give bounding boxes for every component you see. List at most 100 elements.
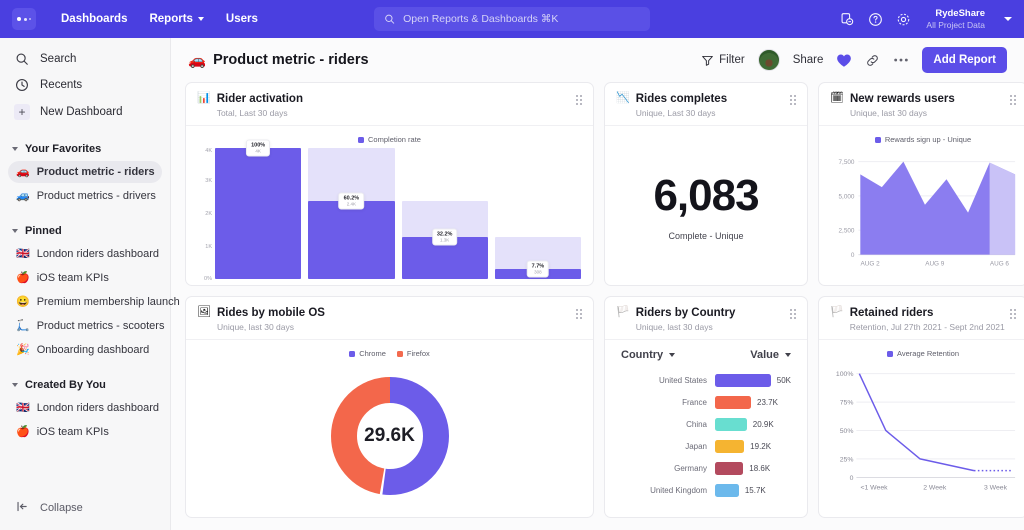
heart-icon[interactable]: [836, 53, 852, 68]
table-row[interactable]: Germany 18.6K: [611, 457, 801, 479]
sidebar-item-ios-team-kpis[interactable]: 🍎 iOS team KPIs: [8, 267, 162, 289]
sidebar-item-premium-membership-launch[interactable]: 😀 Premium membership launch: [8, 291, 162, 313]
sidebar-section-your-favorites[interactable]: Your Favorites: [0, 136, 170, 160]
row-value: 19.2K: [750, 442, 771, 451]
legend-swatch: [397, 351, 403, 357]
legend-label: Average Retention: [897, 349, 959, 358]
avatar[interactable]: [758, 49, 780, 71]
nav-item-users[interactable]: Users: [215, 8, 269, 30]
row-label: Japan: [621, 442, 707, 451]
nav-item-label: Users: [226, 13, 258, 25]
page-title: 🚗 Product metric - riders: [188, 52, 369, 69]
page-header-actions: Filter Share: [701, 47, 1007, 73]
sidebar-item-onboarding-dashboard[interactable]: 🎉 Onboarding dashboard: [8, 339, 162, 361]
legend-swatch: [875, 137, 881, 143]
column-header-country[interactable]: Country: [621, 349, 750, 361]
page-header: 🚗 Product metric - riders Filter Share: [171, 38, 1024, 82]
card-subtitle: Unique, last 30 days: [217, 322, 325, 332]
y-axis: 0% 1K 2K 3K 4K: [198, 148, 214, 279]
project-name: RydeShare: [926, 8, 985, 20]
sidebar-section-label: Created By You: [25, 379, 106, 391]
sidebar-item-ios-team-kpis-created[interactable]: 🍎 iOS team KPIs: [8, 421, 162, 443]
card-drag-handle[interactable]: [576, 306, 582, 319]
share-label: Share: [793, 54, 824, 66]
table-row[interactable]: France 23.7K: [611, 391, 801, 413]
card-body: Country Value United States 50K: [605, 340, 807, 517]
sidebar-item-new-dashboard[interactable]: + New Dashboard: [0, 98, 170, 126]
legend-item-chrome: Chrome: [349, 349, 386, 358]
legend-label: Rewards sign up - Unique: [885, 135, 971, 144]
svg-text:7,500: 7,500: [839, 159, 855, 166]
nav-item-label: Dashboards: [61, 13, 127, 25]
sidebar-item-label: Product metrics - drivers: [37, 190, 156, 202]
legend-swatch: [358, 137, 364, 143]
table-row[interactable]: United States 50K: [611, 369, 801, 391]
car-icon: 🚗: [188, 52, 206, 69]
legend-label: Firefox: [407, 349, 430, 358]
card-drag-handle[interactable]: [790, 306, 796, 319]
funnel-chart: 0% 1K 2K 3K 4K 100%: [198, 148, 581, 286]
help-circle-icon[interactable]: [868, 12, 883, 27]
svg-text:0: 0: [850, 475, 854, 482]
flag-icon: 🇬🇧: [16, 403, 30, 414]
funnel-count: 4K: [251, 149, 265, 154]
card-drag-handle[interactable]: [1010, 306, 1016, 319]
global-search[interactable]: [374, 7, 650, 31]
search-icon: [384, 13, 395, 25]
card-subtitle: Unique, last 30 days: [850, 108, 955, 118]
svg-text:<1 Week: <1 Week: [860, 485, 888, 492]
chevron-down-icon: [198, 17, 204, 21]
chevron-down-icon[interactable]: [1004, 17, 1012, 21]
svg-text:AUG 6: AUG 6: [990, 261, 1010, 268]
car-icon: 🚗: [16, 167, 30, 178]
table-row[interactable]: United Kingdom 15.7K: [611, 479, 801, 501]
sidebar-item-london-riders-dashboard[interactable]: 🇬🇧 London riders dashboard: [8, 243, 162, 265]
row-bar: [715, 374, 771, 387]
card-body: 6,083 Complete - Unique: [605, 126, 807, 285]
card-drag-handle[interactable]: [576, 92, 582, 105]
sidebar-item-search[interactable]: Search: [0, 46, 170, 72]
sidebar-section-pinned[interactable]: Pinned: [0, 218, 170, 242]
search-input[interactable]: [403, 13, 640, 25]
svg-text:25%: 25%: [840, 457, 854, 464]
nav-item-dashboards[interactable]: Dashboards: [50, 8, 138, 30]
card-drag-handle[interactable]: [790, 92, 796, 105]
column-header-value[interactable]: Value: [750, 349, 791, 361]
row-bar-track: 15.7K: [715, 484, 791, 497]
copy-page-icon[interactable]: [840, 12, 855, 27]
card-header: 🏳️ Riders by Country Unique, last 30 day…: [605, 297, 807, 340]
card-new-rewards-users: 🗓 New rewards users Unique, last 30 days…: [818, 82, 1024, 286]
sidebar-item-product-metrics-drivers[interactable]: 🚙 Product metrics - drivers: [8, 185, 162, 207]
row-bar: [715, 484, 739, 497]
sidebar-item-product-metrics-scooters[interactable]: 🛴 Product metrics - scooters: [8, 315, 162, 337]
row-value: 50K: [777, 376, 791, 385]
funnel-column[interactable]: 100% 4K: [215, 148, 301, 279]
filter-button[interactable]: Filter: [701, 54, 745, 67]
funnel-column[interactable]: 60.2% 2.4K: [308, 148, 394, 279]
sidebar-item-product-metric-riders[interactable]: 🚗 Product metric - riders: [8, 161, 162, 183]
app-logo[interactable]: [12, 8, 36, 30]
card-subtitle: Unique, Last 30 days: [636, 108, 727, 118]
card-drag-handle[interactable]: [1010, 92, 1016, 105]
link-icon[interactable]: [865, 53, 880, 68]
funnel-column[interactable]: 32.2% 1.3K: [402, 148, 488, 279]
nav-item-reports[interactable]: Reports: [138, 8, 214, 30]
y-tick: 2K: [205, 211, 212, 217]
add-report-button[interactable]: Add Report: [922, 47, 1007, 73]
card-header: 📉 Rides completes Unique, Last 30 days: [605, 83, 807, 126]
sidebar-collapse-button[interactable]: Collapse: [0, 490, 170, 530]
svg-text:100%: 100%: [836, 371, 854, 378]
project-selector[interactable]: RydeShare All Project Data: [926, 8, 985, 31]
gear-icon[interactable]: [896, 12, 911, 27]
sidebar-section-created-by-you[interactable]: Created By You: [0, 372, 170, 396]
table-row[interactable]: China 20.9K: [611, 413, 801, 435]
sidebar-item-london-riders-dashboard-created[interactable]: 🇬🇧 London riders dashboard: [8, 397, 162, 419]
svg-text:2 Week: 2 Week: [923, 485, 947, 492]
more-horizontal-icon[interactable]: [893, 57, 909, 63]
sidebar-item-recents[interactable]: Recents: [0, 72, 170, 98]
share-button[interactable]: Share: [793, 54, 824, 66]
funnel-column[interactable]: 7.7% 308: [495, 148, 581, 279]
chart-icon: 🖼: [197, 307, 211, 318]
row-bar-track: 18.6K: [715, 462, 791, 475]
table-row[interactable]: Japan 19.2K: [611, 435, 801, 457]
